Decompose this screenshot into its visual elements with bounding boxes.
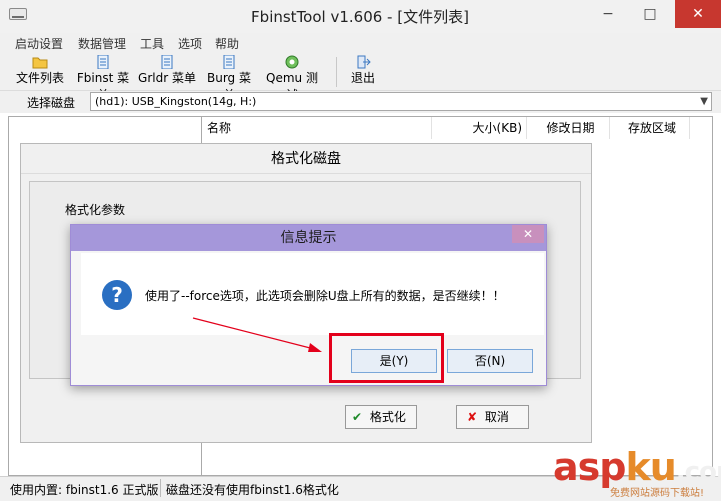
file-list-button[interactable]: 文件列表	[14, 55, 66, 89]
folder-icon	[32, 57, 48, 69]
toolbar: 文件列表 Fbinst 菜单 Grldr 菜单 Burg 菜单 Qemu 测试 …	[0, 53, 721, 102]
menu-bar: 启动设置 数据管理 工具 选项 帮助	[0, 33, 721, 53]
minimize-button[interactable]: −	[588, 0, 628, 28]
column-name[interactable]: 名称	[202, 117, 432, 139]
document-icon	[97, 55, 109, 69]
x-icon: ✘	[467, 410, 478, 424]
message-box-title: 信息提示	[71, 225, 546, 251]
column-modified[interactable]: 修改日期	[527, 117, 610, 139]
burg-menu-button[interactable]: Burg 菜单	[202, 55, 256, 102]
menu-options[interactable]: 选项	[178, 35, 202, 52]
highlight-box	[329, 333, 444, 383]
exit-icon	[357, 55, 371, 69]
menu-tools[interactable]: 工具	[140, 35, 164, 52]
message-text: 使用了--force选项，此选项会删除U盘上所有的数据，是否继续！！	[145, 289, 505, 303]
document-icon	[223, 55, 235, 69]
chevron-down-icon[interactable]: ▼	[700, 93, 708, 110]
menu-help[interactable]: 帮助	[215, 35, 239, 52]
close-button[interactable]: ✕	[675, 0, 721, 28]
cancel-button-label: 取消	[484, 410, 509, 424]
title-bar: FbinstTool v1.606 - [文件列表] − □ ✕	[0, 0, 721, 33]
toolbar-separator	[336, 57, 337, 87]
format-button-label: 格式化	[369, 410, 406, 424]
exit-label: 退出	[350, 71, 375, 85]
cancel-button[interactable]: ✘ 取消	[456, 405, 529, 429]
question-icon: ?	[102, 280, 132, 310]
fbinst-menu-button[interactable]: Fbinst 菜单	[72, 55, 134, 102]
menu-boot-settings[interactable]: 启动设置	[15, 35, 63, 52]
column-area[interactable]: 存放区域	[610, 117, 690, 139]
status-builtin: 使用内置: fbinst1.6 正式版	[10, 483, 159, 497]
document-icon	[161, 55, 173, 69]
file-list-label: 文件列表	[15, 71, 64, 85]
status-divider	[160, 479, 161, 497]
maximize-button[interactable]: □	[630, 0, 670, 28]
watermark-logo: aspku.com	[553, 445, 721, 489]
no-button[interactable]: 否(N)	[447, 349, 533, 373]
check-icon: ✔	[352, 410, 363, 424]
grldr-menu-button[interactable]: Grldr 菜单	[138, 55, 196, 89]
exit-button[interactable]: 退出	[346, 55, 380, 89]
format-dialog-title: 格式化磁盘	[21, 144, 591, 174]
window-title: FbinstTool v1.606 - [文件列表]	[251, 8, 469, 26]
disk-label: 选择磁盘	[27, 96, 76, 110]
qemu-test-button[interactable]: Qemu 测试	[262, 55, 322, 102]
status-disk: 磁盘还没有使用fbinst1.6格式化	[166, 483, 339, 497]
pointer-arrow	[192, 317, 322, 352]
app-icon	[9, 8, 27, 20]
grldr-menu-label: Grldr 菜单	[138, 71, 196, 85]
disk-select-value: (hd1): USB_Kingston(14g, H:)	[95, 95, 257, 108]
close-icon[interactable]: ✕	[512, 225, 544, 243]
disk-select[interactable]: (hd1): USB_Kingston(14g, H:) ▼	[90, 92, 712, 111]
watermark-subtitle: 免费网站源码下载站!	[610, 488, 705, 499]
format-params-label: 格式化参数	[65, 203, 126, 217]
qemu-icon	[285, 55, 299, 69]
format-button[interactable]: ✔ 格式化	[345, 405, 417, 429]
menu-data-management[interactable]: 数据管理	[78, 35, 126, 52]
column-size[interactable]: 大小(KB)	[432, 117, 527, 139]
